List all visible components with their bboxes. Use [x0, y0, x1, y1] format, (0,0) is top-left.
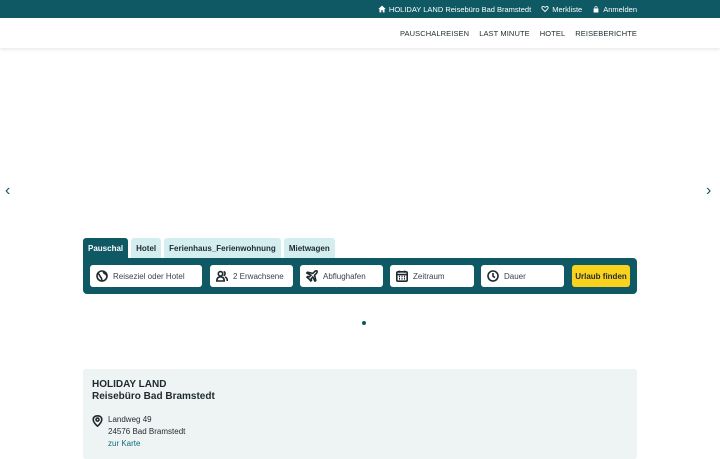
agency-link[interactable]: HOLIDAY LAND Reisebüro Bad Bramstedt [378, 5, 531, 14]
globe-icon [96, 270, 108, 282]
tab-ferienhaus[interactable]: Ferienhaus_Ferienwohnung [164, 238, 281, 258]
agency-name-line1: HOLIDAY LAND [92, 379, 167, 390]
top-bar: HOLIDAY LAND Reisebüro Bad Bramstedt Mer… [0, 0, 720, 18]
calendar-icon [396, 270, 408, 282]
search-tabs: Pauschal Hotel Ferienhaus_Ferienwohnung … [83, 238, 335, 258]
main-navigation: PAUSCHALREISEN LAST MINUTE HOTEL REISEBE… [0, 18, 720, 48]
heart-icon [541, 6, 549, 13]
nav-item-pauschalreisen[interactable]: PAUSCHALREISEN [400, 29, 469, 38]
login-link[interactable]: Anmelden [592, 5, 637, 14]
login-link-label: Anmelden [603, 4, 637, 14]
search-button[interactable]: Urlaub finden [572, 265, 630, 287]
tab-mietwagen[interactable]: Mietwagen [283, 238, 335, 258]
agency-name-line2: Reisebüro Bad Bramstedt [92, 391, 215, 402]
wishlist-link[interactable]: Merkliste [541, 5, 582, 14]
plane-icon [306, 270, 318, 282]
travellers-value: 2 Erwachsene [233, 271, 284, 281]
clock-icon [487, 270, 499, 282]
airport-placeholder: Abflughafen [323, 271, 366, 281]
nav-links: PAUSCHALREISEN LAST MINUTE HOTEL REISEBE… [400, 18, 637, 48]
tab-hotel[interactable]: Hotel [131, 238, 162, 258]
nav-item-reiseberichte[interactable]: REISEBERICHTE [575, 29, 637, 38]
destination-field[interactable]: Reiseziel oder Hotel [90, 265, 202, 287]
nav-item-last-minute[interactable]: LAST MINUTE [479, 29, 530, 38]
lock-icon [593, 6, 599, 13]
destination-placeholder: Reiseziel oder Hotel [113, 271, 185, 281]
period-placeholder: Zeitraum [413, 271, 445, 281]
address-city: 24576 Bad Bramstedt [108, 427, 186, 436]
airport-field[interactable]: Abflughafen [300, 265, 383, 287]
agency-address: Landweg 49 24576 Bad Bramstedt zur Karte [108, 414, 185, 450]
nav-item-hotel[interactable]: HOTEL [540, 29, 566, 38]
address-street: Landweg 49 [108, 415, 152, 424]
agency-info-card: HOLIDAY LAND Reisebüro Bad Bramstedt Lan… [83, 369, 637, 459]
slider-prev-icon[interactable]: ‹ [5, 183, 10, 199]
map-link[interactable]: zur Karte [108, 438, 185, 450]
tab-pauschal[interactable]: Pauschal [83, 238, 129, 258]
home-icon [378, 5, 386, 13]
top-bar-links: HOLIDAY LAND Reisebüro Bad Bramstedt Mer… [378, 0, 637, 18]
duration-field[interactable]: Dauer [481, 265, 564, 287]
period-field[interactable]: Zeitraum [390, 265, 474, 287]
users-icon [216, 270, 228, 282]
travellers-field[interactable]: 2 Erwachsene [210, 265, 293, 287]
location-pin-icon [92, 414, 103, 428]
wishlist-link-label: Merkliste [552, 4, 583, 14]
agency-name: HOLIDAY LAND Reisebüro Bad Bramstedt [92, 379, 215, 403]
slider-next-icon[interactable]: › [706, 183, 711, 199]
duration-placeholder: Dauer [504, 271, 526, 281]
search-form: Reiseziel oder Hotel 2 Erwachsene Abflug… [83, 258, 637, 294]
agency-link-label: HOLIDAY LAND Reisebüro Bad Bramstedt [388, 4, 532, 14]
slider-dot[interactable] [362, 321, 366, 325]
